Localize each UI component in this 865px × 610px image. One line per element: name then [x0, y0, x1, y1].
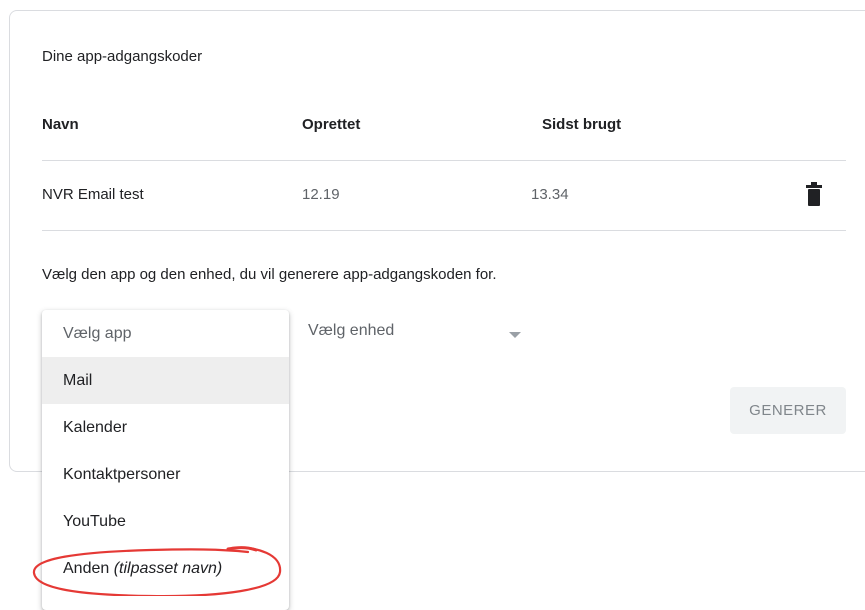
column-header-created: Oprettet [302, 116, 361, 133]
column-header-last-used: Sidst brugt [542, 116, 622, 133]
row-last-used: 13.34 [531, 186, 569, 203]
header-divider [42, 160, 846, 161]
chevron-down-icon [509, 332, 521, 338]
menu-item-calendar[interactable]: Kalender [42, 404, 289, 451]
menu-item-mail[interactable]: Mail [42, 357, 289, 404]
column-header-name: Navn [42, 116, 79, 133]
row-created: 12.19 [302, 186, 340, 203]
row-divider [42, 230, 846, 231]
menu-item-contacts[interactable]: Kontaktpersoner [42, 451, 289, 498]
generate-button[interactable]: GENERER [730, 387, 846, 434]
trash-icon[interactable] [805, 181, 823, 207]
device-select[interactable]: Vælg enhed [308, 312, 528, 354]
app-select-dropdown: Vælg app Mail Kalender Kontaktpersoner Y… [42, 310, 289, 610]
menu-item-other-suffix: (tilpasset navn) [113, 560, 223, 577]
menu-item-youtube[interactable]: YouTube [42, 498, 289, 545]
app-select-placeholder[interactable]: Vælg app [42, 310, 289, 357]
section-title: Dine app-adgangskoder [42, 48, 203, 65]
row-name: NVR Email test [42, 186, 144, 203]
menu-item-other[interactable]: Anden (tilpasset navn) [42, 545, 289, 592]
menu-item-other-label: Anden [63, 560, 110, 577]
device-select-placeholder: Vælg enhed [308, 322, 395, 339]
instruction-text: Vælg den app og den enhed, du vil genere… [42, 266, 497, 283]
